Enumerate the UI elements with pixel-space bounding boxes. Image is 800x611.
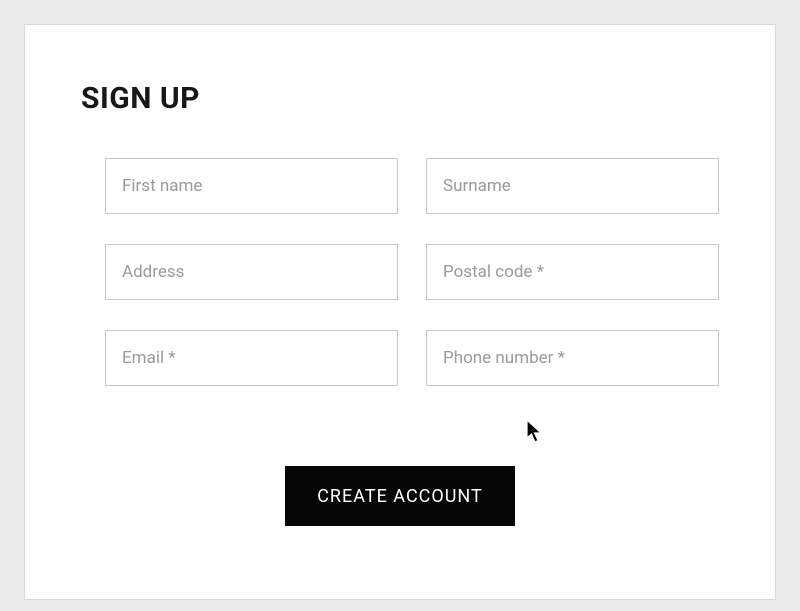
form-grid	[81, 158, 719, 386]
page-title: SIGN UP	[81, 81, 719, 116]
email-field[interactable]	[105, 330, 398, 386]
first-name-field[interactable]	[105, 158, 398, 214]
phone-field[interactable]	[426, 330, 719, 386]
address-field[interactable]	[105, 244, 398, 300]
surname-field[interactable]	[426, 158, 719, 214]
signup-card: SIGN UP CREATE ACCOUNT	[24, 24, 776, 600]
submit-wrap: CREATE ACCOUNT	[81, 466, 719, 526]
postal-code-field[interactable]	[426, 244, 719, 300]
create-account-button[interactable]: CREATE ACCOUNT	[285, 466, 515, 526]
